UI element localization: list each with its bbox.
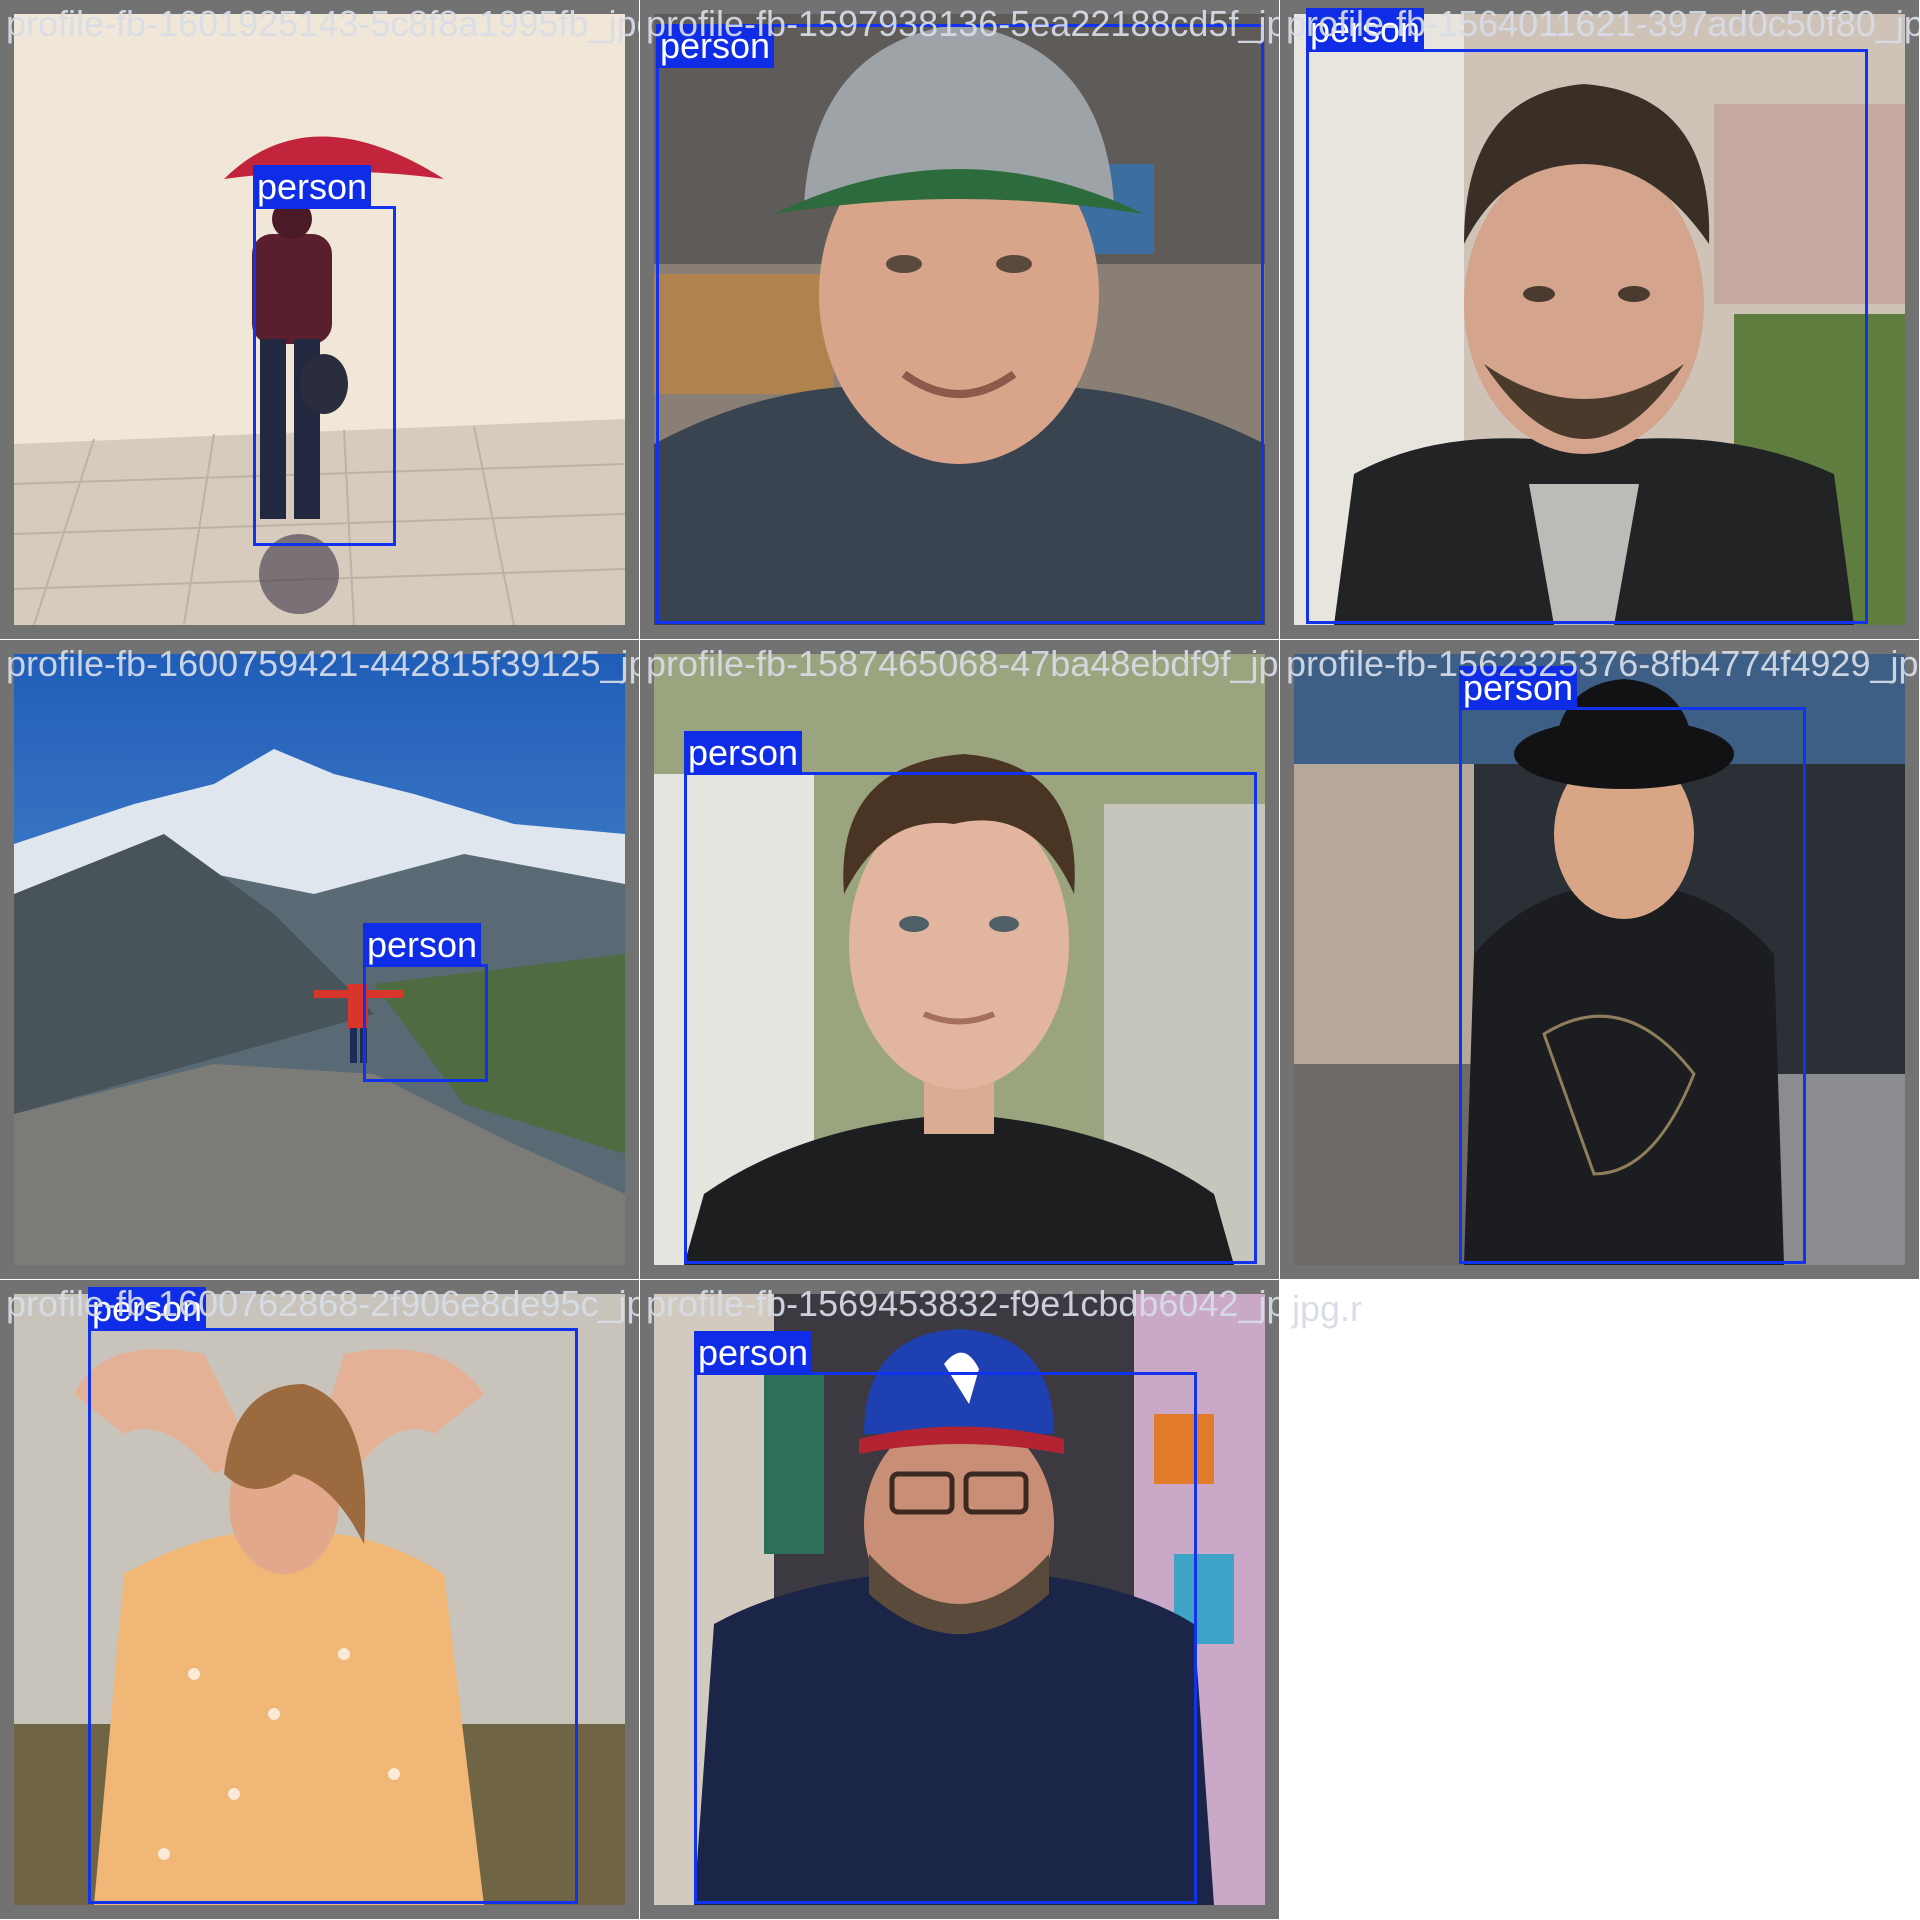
image-filename: profile-fb-1564011621-397ad0c50f80_jpg <box>1286 3 1919 44</box>
detection-tile-8: person profile-fb-1569453832-f9e1cbdb604… <box>640 1280 1279 1919</box>
bounding-box: person <box>684 731 1257 1264</box>
image-filename: profile-fb-1600762868-2f906e8de95c_jpg <box>6 1283 639 1324</box>
class-label: person <box>363 923 482 967</box>
class-label: person <box>694 1331 813 1375</box>
bounding-box: person <box>88 1287 578 1904</box>
image-filename: profile-fb-1600759421-442815f39125_jpg <box>6 643 639 684</box>
image-filename: profile-fb-1569453832-f9e1cbdb6042_jpg <box>646 1283 1279 1324</box>
detection-tile-5: person profile-fb-1587465068-47ba48ebdf9… <box>640 640 1279 1279</box>
bounding-box: person <box>363 923 488 1082</box>
bounding-box: person <box>1306 8 1868 624</box>
bounding-box: person <box>253 165 396 546</box>
image-filename: profile-fb-1601925143-5c8f8a1995fb_jpg <box>6 3 639 44</box>
detection-tile-1: person profile-fb-1601925143-5c8f8a1995f… <box>0 0 639 639</box>
bounding-box: person <box>656 24 1264 624</box>
class-label: person <box>684 731 803 775</box>
detection-tile-2: person profile-fb-1597938136-5ea22188cd5… <box>640 0 1279 639</box>
scene-mountain-hiker <box>14 654 625 1265</box>
overflow-filename-text: jpg.r <box>1292 1288 1363 1329</box>
detection-tile-4: person profile-fb-1600759421-442815f3912… <box>0 640 639 1279</box>
detection-tile-7: person profile-fb-1600762868-2f906e8de95… <box>0 1280 639 1919</box>
empty-grid-cell <box>1280 1280 1920 1920</box>
detection-tile-6: person profile-fb-1562325376-8fb4774f492… <box>1280 640 1919 1279</box>
image-filename: profile-fb-1587465068-47ba48ebdf9f_jpg <box>646 643 1279 684</box>
image-filename: profile-fb-1562325376-8fb4774f4929_jpg <box>1286 643 1919 684</box>
class-label: person <box>253 165 372 209</box>
image-filename: profile-fb-1597938136-5ea22188cd5f_jpg <box>646 3 1279 44</box>
photo-mountain-hiker <box>14 654 625 1265</box>
detection-tile-3: person profile-fb-1564011621-397ad0c50f8… <box>1280 0 1919 639</box>
bounding-box: person <box>694 1331 1197 1904</box>
bounding-box: person <box>1459 666 1806 1264</box>
